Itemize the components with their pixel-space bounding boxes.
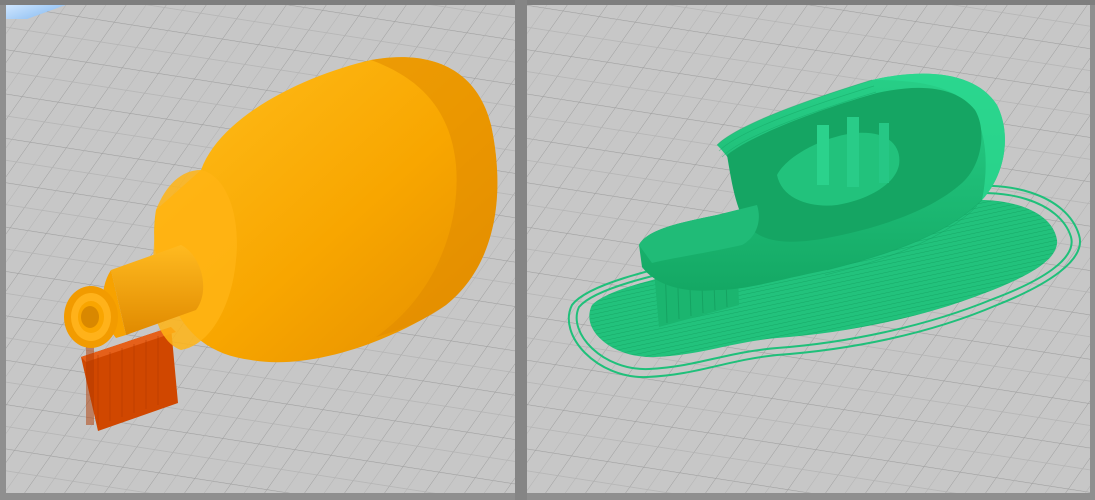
model-scene bbox=[6, 5, 515, 493]
slice-preview-viewport[interactable] bbox=[527, 5, 1090, 493]
slice-scene bbox=[527, 5, 1090, 493]
split-divider[interactable] bbox=[515, 0, 527, 500]
view-corner-indicator bbox=[6, 5, 66, 19]
model-viewport[interactable] bbox=[6, 5, 515, 493]
